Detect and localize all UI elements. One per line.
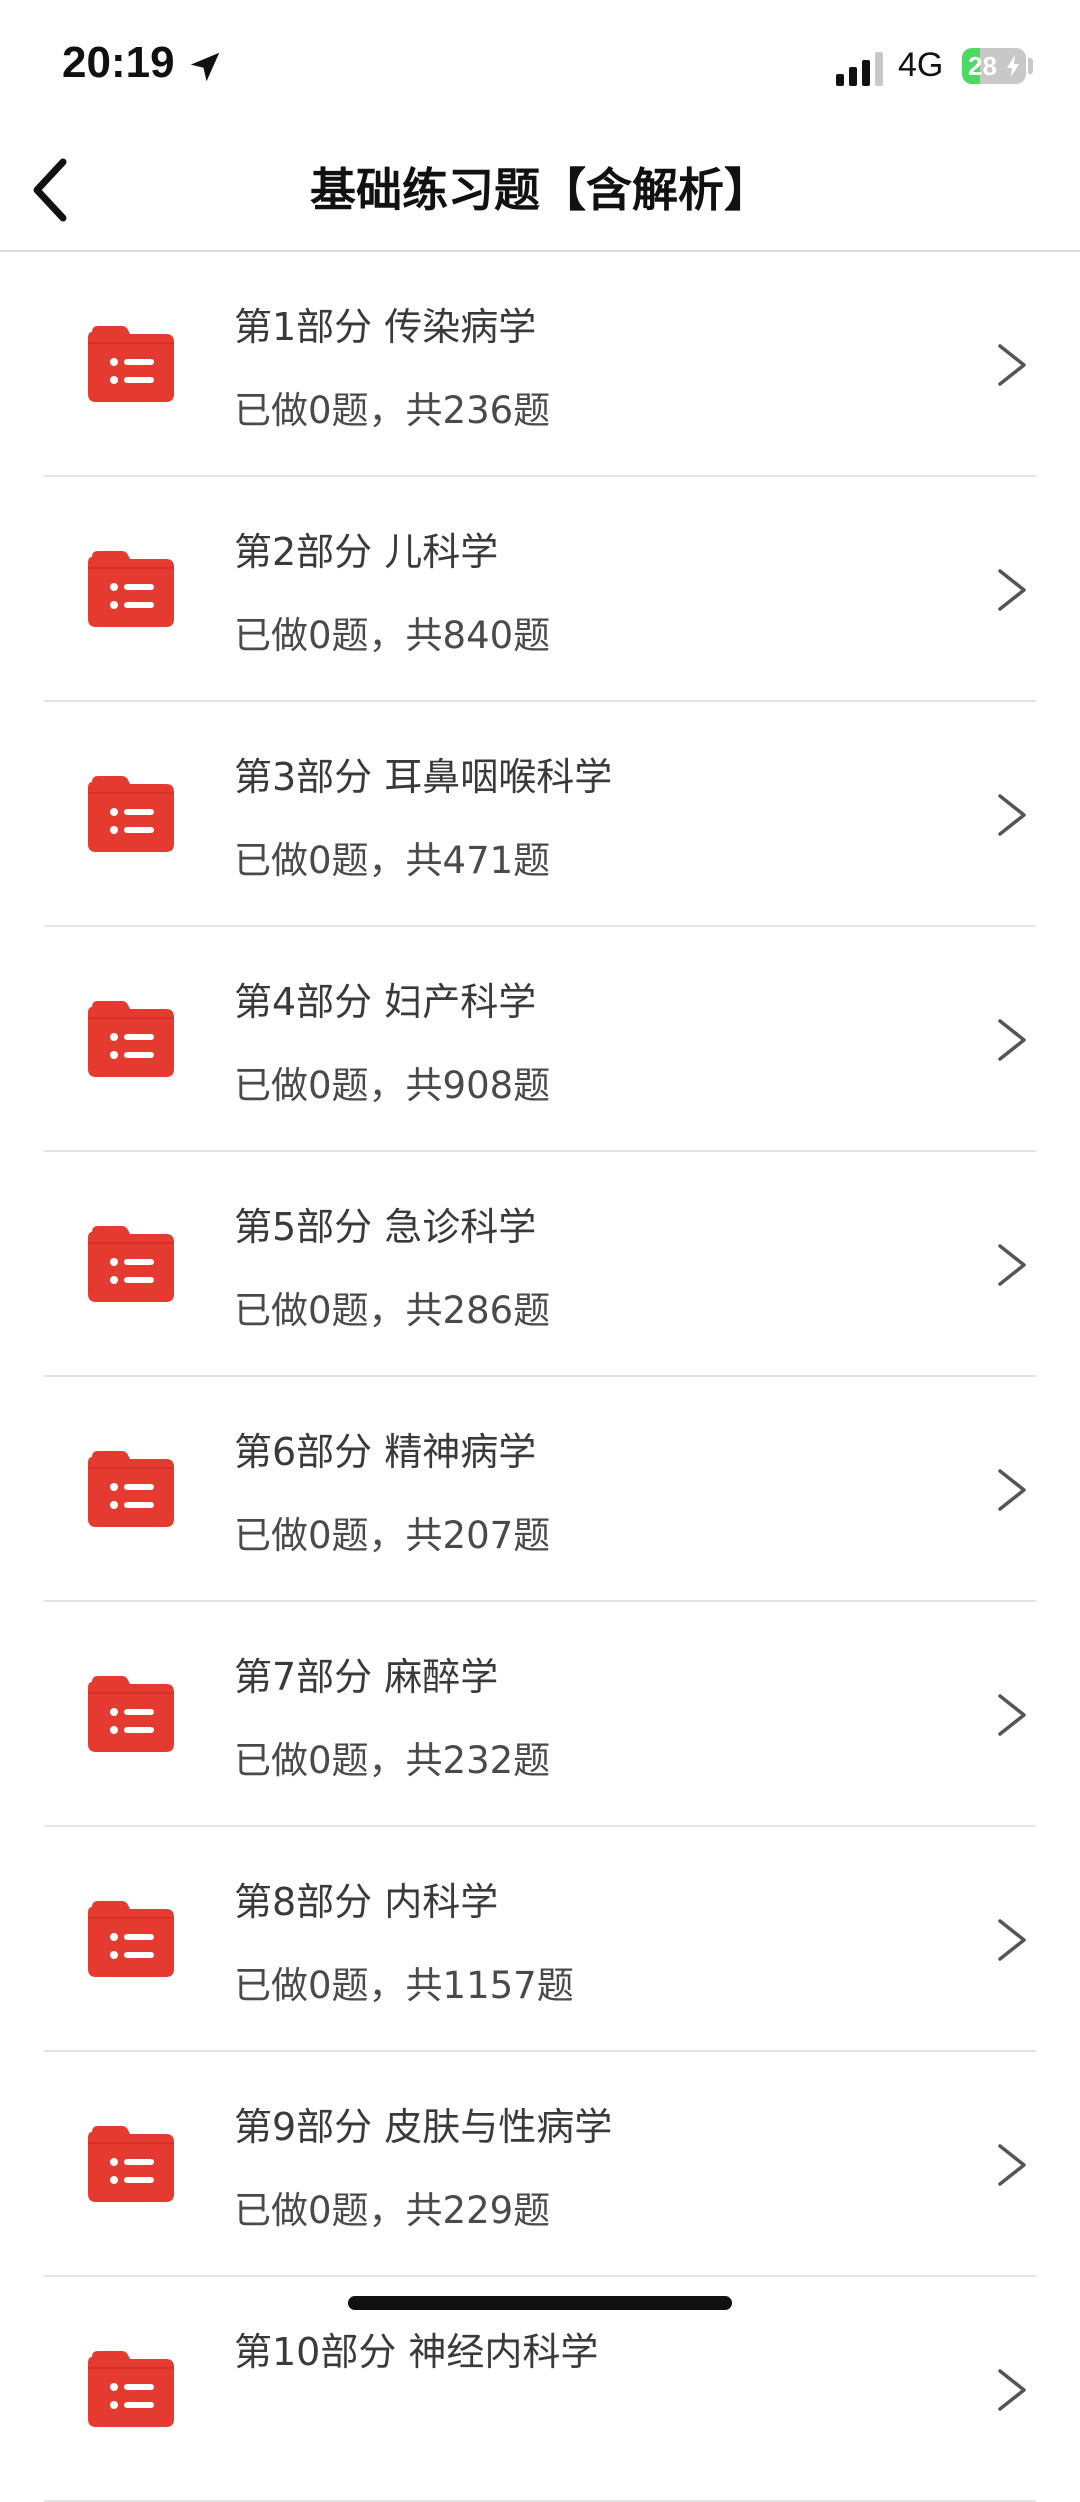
item-title: 第1部分 传染病学 bbox=[234, 305, 537, 349]
charging-bolt-icon bbox=[1007, 55, 1019, 77]
chevron-right-icon bbox=[998, 569, 1026, 611]
list-item[interactable]: 第1部分 传染病学 已做0题，共236题 bbox=[0, 252, 1080, 477]
back-button[interactable] bbox=[14, 152, 84, 228]
item-title: 第8部分 内科学 bbox=[234, 1880, 499, 1924]
item-title: 第7部分 麻醉学 bbox=[234, 1655, 499, 1699]
folder-list-icon bbox=[88, 551, 174, 627]
list-item[interactable]: 第8部分 内科学 已做0题，共1157题 bbox=[0, 1827, 1080, 2052]
item-title: 第4部分 妇产科学 bbox=[234, 980, 537, 1024]
status-time: 20:19 bbox=[62, 38, 175, 87]
chevron-right-icon bbox=[998, 794, 1026, 836]
location-arrow-icon bbox=[190, 52, 220, 82]
nav-bar: 基础练习题【含解析】 bbox=[0, 130, 1080, 252]
folder-list-icon bbox=[88, 326, 174, 402]
section-list: 第1部分 传染病学 已做0题，共236题 第2部分 儿科学 已做0题，共840题 bbox=[0, 252, 1080, 2502]
chevron-left-icon bbox=[33, 158, 67, 222]
battery-indicator: 28 bbox=[962, 48, 1026, 84]
chevron-right-icon bbox=[998, 1019, 1026, 1061]
network-label: 4G bbox=[898, 46, 944, 84]
folder-list-icon bbox=[88, 2351, 174, 2427]
item-progress: 已做0题，共840题 bbox=[234, 614, 551, 657]
folder-list-icon bbox=[88, 1901, 174, 1977]
item-progress: 已做0题，共207题 bbox=[234, 1514, 551, 1557]
list-item[interactable]: 第3部分 耳鼻咽喉科学 已做0题，共471题 bbox=[0, 702, 1080, 927]
item-progress: 已做0题，共236题 bbox=[234, 389, 551, 432]
item-progress: 已做0题，共232题 bbox=[234, 1739, 551, 1782]
item-progress: 已做0题，共286题 bbox=[234, 1289, 551, 1332]
folder-list-icon bbox=[88, 1001, 174, 1077]
chevron-right-icon bbox=[998, 344, 1026, 386]
item-title: 第3部分 耳鼻咽喉科学 bbox=[234, 755, 613, 799]
chevron-right-icon bbox=[998, 2369, 1026, 2411]
list-item[interactable]: 第5部分 急诊科学 已做0题，共286题 bbox=[0, 1152, 1080, 1377]
item-progress: 已做0题，共229题 bbox=[234, 2189, 551, 2232]
status-bar: 20:19 4G 28 bbox=[0, 0, 1080, 130]
battery-cap bbox=[1028, 58, 1033, 74]
folder-list-icon bbox=[88, 776, 174, 852]
folder-list-icon bbox=[88, 1676, 174, 1752]
list-item[interactable]: 第2部分 儿科学 已做0题，共840题 bbox=[0, 477, 1080, 702]
page-title: 基础练习题【含解析】 bbox=[310, 163, 770, 217]
list-item[interactable]: 第7部分 麻醉学 已做0题，共232题 bbox=[0, 1602, 1080, 1827]
item-title: 第9部分 皮肤与性病学 bbox=[234, 2105, 613, 2149]
list-item[interactable]: 第6部分 精神病学 已做0题，共207题 bbox=[0, 1377, 1080, 1602]
signal-bars-icon bbox=[836, 52, 883, 86]
list-item[interactable]: 第4部分 妇产科学 已做0题，共908题 bbox=[0, 927, 1080, 1152]
folder-list-icon bbox=[88, 1451, 174, 1527]
chevron-right-icon bbox=[998, 1694, 1026, 1736]
folder-list-icon bbox=[88, 1226, 174, 1302]
item-title: 第10部分 神经内科学 bbox=[234, 2330, 599, 2374]
item-title: 第2部分 儿科学 bbox=[234, 530, 499, 574]
list-item[interactable]: 第9部分 皮肤与性病学 已做0题，共229题 bbox=[0, 2052, 1080, 2277]
item-title: 第6部分 精神病学 bbox=[234, 1430, 537, 1474]
list-item[interactable]: 第10部分 神经内科学 bbox=[0, 2277, 1080, 2502]
folder-list-icon bbox=[88, 2126, 174, 2202]
home-indicator bbox=[348, 2296, 732, 2310]
chevron-right-icon bbox=[998, 2144, 1026, 2186]
chevron-right-icon bbox=[998, 1919, 1026, 1961]
item-title: 第5部分 急诊科学 bbox=[234, 1205, 537, 1249]
item-progress: 已做0题，共908题 bbox=[234, 1064, 551, 1107]
chevron-right-icon bbox=[998, 1244, 1026, 1286]
item-progress: 已做0题，共471题 bbox=[234, 839, 551, 882]
item-progress: 已做0题，共1157题 bbox=[234, 1964, 574, 2007]
chevron-right-icon bbox=[998, 1469, 1026, 1511]
